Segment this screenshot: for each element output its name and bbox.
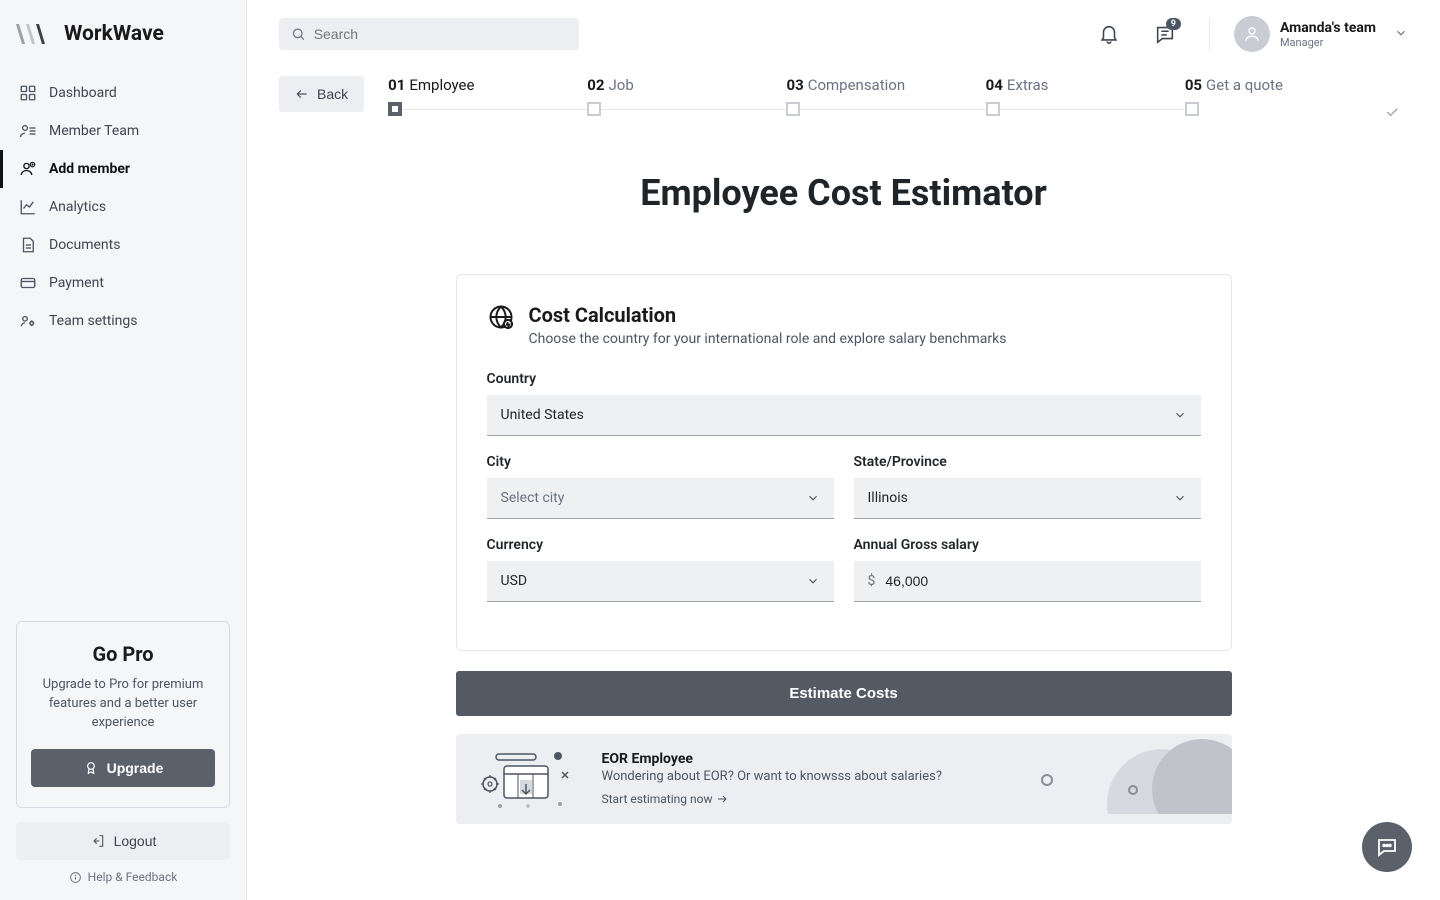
back-label: Back (317, 86, 348, 102)
logout-icon (90, 833, 106, 849)
country-label: Country (487, 371, 1201, 387)
state-label: State/Province (854, 454, 1201, 470)
sidebar-item-team-settings[interactable]: Team settings (0, 302, 246, 340)
documents-icon (19, 236, 37, 254)
upgrade-description: Upgrade to Pro for premium features and … (31, 676, 215, 733)
upgrade-title: Go Pro (31, 642, 215, 666)
stepper-end-check (1384, 76, 1408, 120)
country-value: United States (501, 407, 584, 423)
dashboard-icon (19, 84, 37, 102)
sidebar-item-label: Add member (49, 161, 130, 177)
step-compensation[interactable]: 03Compensation (786, 76, 985, 116)
sidebar-item-label: Payment (49, 275, 104, 291)
avatar (1234, 16, 1270, 52)
search-box[interactable] (279, 18, 579, 50)
messages-badge: 9 (1166, 18, 1181, 30)
sidebar-item-label: Dashboard (49, 85, 117, 101)
sidebar: WorkWave Dashboard Member Team Add membe… (0, 0, 247, 900)
page-title: Employee Cost Estimator (279, 172, 1408, 214)
settings-icon (19, 312, 37, 330)
card-title: Cost Calculation (529, 303, 1007, 327)
main: 9 Amanda's team Manager Back (247, 0, 1440, 900)
logout-button[interactable]: Logout (16, 822, 230, 860)
add-member-icon (19, 160, 37, 178)
help-feedback-link[interactable]: Help & Feedback (16, 870, 230, 884)
sidebar-item-label: Documents (49, 237, 120, 253)
globe-icon (487, 303, 515, 331)
person-icon (1243, 25, 1261, 43)
team-role: Manager (1280, 36, 1376, 49)
bell-icon (1098, 23, 1120, 45)
messages-button[interactable]: 9 (1145, 14, 1185, 54)
chevron-down-icon (806, 491, 820, 505)
sidebar-item-label: Member Team (49, 123, 139, 139)
sidebar-item-label: Team settings (49, 313, 138, 329)
sidebar-item-payment[interactable]: Payment (0, 264, 246, 302)
search-input[interactable] (314, 26, 567, 42)
currency-symbol: $ (868, 573, 876, 589)
notifications-button[interactable] (1089, 14, 1129, 54)
arrow-right-icon (716, 793, 728, 805)
chat-icon (1375, 835, 1399, 859)
topbar: 9 Amanda's team Manager (247, 0, 1440, 68)
promo-title: EOR Employee (602, 751, 1210, 767)
estimate-costs-button[interactable]: Estimate Costs (456, 671, 1232, 716)
chevron-down-icon (1173, 491, 1187, 505)
salary-label: Annual Gross salary (854, 537, 1201, 553)
chat-fab[interactable] (1362, 822, 1412, 872)
currency-label: Currency (487, 537, 834, 553)
step-quote[interactable]: 05Get a quote (1185, 76, 1384, 116)
logo-icon (16, 22, 52, 46)
sidebar-item-label: Analytics (49, 199, 106, 215)
upgrade-button-label: Upgrade (107, 760, 164, 776)
divider (1209, 18, 1210, 50)
chevron-down-icon (1173, 408, 1187, 422)
stepper: 01Employee 02Job 03Compensation 04Extras (388, 76, 1384, 116)
currency-value: USD (501, 573, 528, 589)
promo-subtitle: Wondering about EOR? Or want to knowsss … (602, 769, 1210, 784)
state-value: Illinois (868, 490, 908, 506)
team-name: Amanda's team (1280, 20, 1376, 36)
sidebar-item-dashboard[interactable]: Dashboard (0, 74, 246, 112)
upgrade-card: Go Pro Upgrade to Pro for premium featur… (16, 621, 230, 808)
salary-input[interactable] (885, 573, 1186, 589)
payment-icon (19, 274, 37, 292)
sidebar-nav: Dashboard Member Team Add member Analyti… (0, 68, 246, 346)
salary-input-wrap[interactable]: $ (854, 561, 1201, 602)
eor-promo: EOR Employee Wondering about EOR? Or wan… (456, 734, 1232, 824)
promo-link[interactable]: Start estimating now (602, 792, 729, 806)
back-button[interactable]: Back (279, 76, 364, 112)
search-icon (291, 26, 306, 42)
sidebar-item-analytics[interactable]: Analytics (0, 188, 246, 226)
country-select[interactable]: United States (487, 395, 1201, 436)
cost-calculation-card: Cost Calculation Choose the country for … (456, 274, 1232, 651)
chevron-down-icon (806, 574, 820, 588)
logout-label: Logout (114, 833, 157, 849)
step-extras[interactable]: 04Extras (986, 76, 1185, 116)
city-select[interactable]: Select city (487, 478, 834, 519)
sidebar-item-documents[interactable]: Documents (0, 226, 246, 264)
step-employee[interactable]: 01Employee (388, 76, 587, 116)
badge-icon (83, 760, 99, 776)
arrow-left-icon (295, 87, 309, 101)
sidebar-item-member-team[interactable]: Member Team (0, 112, 246, 150)
team-icon (19, 122, 37, 140)
city-value: Select city (501, 490, 565, 506)
brand-name: WorkWave (64, 22, 164, 46)
sidebar-item-add-member[interactable]: Add member (0, 150, 246, 188)
team-switcher[interactable]: Amanda's team Manager (1234, 16, 1408, 52)
upgrade-button[interactable]: Upgrade (31, 749, 215, 787)
promo-illustration (478, 748, 578, 810)
state-select[interactable]: Illinois (854, 478, 1201, 519)
currency-select[interactable]: USD (487, 561, 834, 602)
help-label: Help & Feedback (88, 870, 178, 884)
logo[interactable]: WorkWave (0, 0, 246, 68)
chevron-down-icon (1386, 25, 1408, 44)
city-label: City (487, 454, 834, 470)
analytics-icon (19, 198, 37, 216)
step-job[interactable]: 02Job (587, 76, 786, 116)
info-icon (69, 871, 82, 884)
card-subtitle: Choose the country for your internationa… (529, 331, 1007, 347)
